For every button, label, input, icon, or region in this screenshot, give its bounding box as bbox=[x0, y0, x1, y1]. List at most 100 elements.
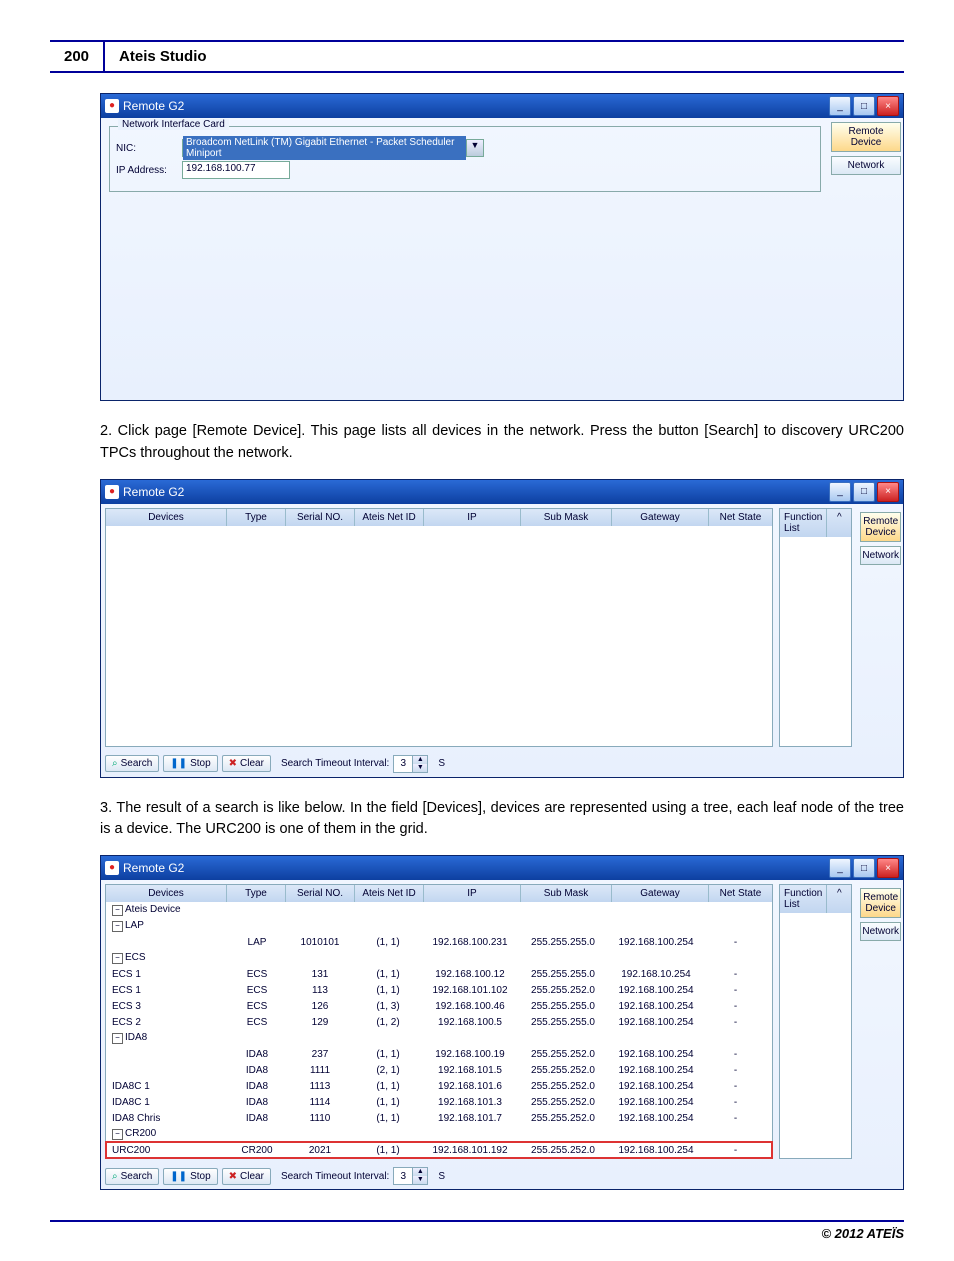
table-row[interactable]: ECS 2ECS129(1, 2)192.168.100.5255.255.25… bbox=[106, 1014, 772, 1030]
timeout-spinner[interactable]: 3 ▲▼ bbox=[393, 755, 428, 773]
col-ateis-net[interactable]: Ateis Net ID bbox=[355, 509, 424, 526]
clear-button[interactable]: ✖Clear bbox=[222, 1168, 271, 1185]
remote-g2-window-nic: ● Remote G2 _ □ × Network Interface Card… bbox=[100, 93, 904, 401]
search-button[interactable]: ⌕Search bbox=[105, 755, 159, 772]
maximize-button[interactable]: □ bbox=[853, 858, 875, 878]
collapse-icon[interactable]: − bbox=[112, 921, 123, 932]
tab-remote-device[interactable]: Remote Device bbox=[860, 888, 901, 918]
tab-network[interactable]: Network bbox=[831, 156, 901, 175]
collapse-icon[interactable]: − bbox=[112, 953, 123, 964]
table-row[interactable]: IDA8237(1, 1)192.168.100.19255.255.252.0… bbox=[106, 1046, 772, 1062]
col-ip[interactable]: IP bbox=[424, 509, 521, 526]
timeout-label: Search Timeout Interval: bbox=[281, 758, 389, 769]
table-row[interactable]: IDA8C 1IDA81113(1, 1)192.168.101.6255.25… bbox=[106, 1078, 772, 1094]
close-button[interactable]: × bbox=[877, 482, 899, 502]
page-number: 200 bbox=[50, 42, 105, 71]
col-submask[interactable]: Sub Mask bbox=[521, 509, 612, 526]
col-serial[interactable]: Serial NO. bbox=[286, 885, 355, 902]
timeout-value: 3 bbox=[394, 758, 412, 769]
step3-text: 3. The result of a search is like below.… bbox=[100, 798, 904, 842]
pause-icon: ❚❚ bbox=[170, 1171, 187, 1182]
table-row[interactable]: LAP 1010101 (1, 1) 192.168.100.231 255.2… bbox=[106, 934, 772, 950]
col-type[interactable]: Type bbox=[227, 885, 286, 902]
tree-node-ecs[interactable]: −ECS bbox=[106, 950, 772, 966]
spin-down-icon[interactable]: ▼ bbox=[412, 764, 427, 772]
spin-up-icon[interactable]: ▲ bbox=[412, 756, 427, 764]
collapse-icon[interactable]: − bbox=[112, 905, 123, 916]
collapse-icon[interactable]: ^ bbox=[827, 509, 851, 537]
col-function-list[interactable]: Function List bbox=[780, 885, 827, 913]
app-icon: ● bbox=[105, 99, 119, 113]
ip-address-field[interactable]: 192.168.100.77 bbox=[182, 161, 290, 179]
nic-dropdown[interactable]: Broadcom NetLink (TM) Gigabit Ethernet -… bbox=[182, 139, 484, 157]
table-row[interactable]: IDA8C 1IDA81114(1, 1)192.168.101.3255.25… bbox=[106, 1094, 772, 1110]
col-gateway[interactable]: Gateway bbox=[612, 509, 709, 526]
table-row[interactable]: ECS 1ECS131(1, 1)192.168.100.12255.255.2… bbox=[106, 966, 772, 982]
col-type[interactable]: Type bbox=[227, 509, 286, 526]
tab-network[interactable]: Network bbox=[860, 922, 901, 941]
col-serial[interactable]: Serial NO. bbox=[286, 509, 355, 526]
step2-text: 2. Click page [Remote Device]. This page… bbox=[100, 421, 904, 465]
tree-node-lap[interactable]: −LAP bbox=[106, 918, 772, 934]
collapse-icon[interactable]: ^ bbox=[827, 885, 851, 913]
col-ip[interactable]: IP bbox=[424, 885, 521, 902]
close-button[interactable]: × bbox=[877, 96, 899, 116]
tree-root[interactable]: −Ateis Device bbox=[106, 902, 772, 918]
page-footer: © 2012 ATEÏS bbox=[50, 1220, 904, 1241]
tree-node-cr200[interactable]: −CR200 bbox=[106, 1126, 772, 1142]
stop-button[interactable]: ❚❚Stop bbox=[163, 1168, 217, 1185]
minimize-button[interactable]: _ bbox=[829, 858, 851, 878]
col-devices[interactable]: Devices bbox=[106, 885, 227, 902]
clear-icon: ✖ bbox=[229, 758, 237, 769]
window-title: Remote G2 bbox=[123, 485, 184, 499]
col-devices[interactable]: Devices bbox=[106, 509, 227, 526]
spin-up-icon[interactable]: ▲ bbox=[412, 1168, 427, 1176]
collapse-icon[interactable]: − bbox=[112, 1129, 123, 1140]
minimize-button[interactable]: _ bbox=[829, 96, 851, 116]
maximize-button[interactable]: □ bbox=[853, 96, 875, 116]
table-row[interactable]: ECS 1ECS113(1, 1)192.168.101.102255.255.… bbox=[106, 982, 772, 998]
stop-button[interactable]: ❚❚Stop bbox=[163, 755, 217, 772]
col-netstate[interactable]: Net State bbox=[709, 509, 772, 526]
search-icon: ⌕ bbox=[112, 758, 118, 769]
page-title: Ateis Studio bbox=[105, 42, 221, 71]
search-icon: ⌕ bbox=[112, 1171, 118, 1182]
toolbar: ⌕Search ❚❚Stop ✖Clear Search Timeout Int… bbox=[101, 1163, 903, 1189]
col-netstate[interactable]: Net State bbox=[709, 885, 772, 902]
tab-remote-device[interactable]: Remote Device bbox=[860, 512, 901, 542]
tab-remote-device[interactable]: Remote Device bbox=[831, 122, 901, 152]
tree-node-ida8[interactable]: −IDA8 bbox=[106, 1030, 772, 1046]
table-row[interactable]: ECS 3ECS126(1, 3)192.168.100.46255.255.2… bbox=[106, 998, 772, 1014]
nic-value: Broadcom NetLink (TM) Gigabit Ethernet -… bbox=[183, 136, 466, 160]
tab-network[interactable]: Network bbox=[860, 546, 901, 565]
page-header: 200 Ateis Studio bbox=[50, 40, 904, 73]
grid-body-empty bbox=[106, 526, 772, 746]
devices-grid: Devices Type Serial NO. Ateis Net ID IP … bbox=[105, 508, 773, 747]
function-list-panel: Function List ^ bbox=[779, 884, 852, 1159]
collapse-icon[interactable]: − bbox=[112, 1033, 123, 1044]
col-ateis-net[interactable]: Ateis Net ID bbox=[355, 885, 424, 902]
table-row[interactable]: IDA81111(2, 1)192.168.101.5255.255.252.0… bbox=[106, 1062, 772, 1078]
timeout-unit: S bbox=[438, 1171, 445, 1182]
close-button[interactable]: × bbox=[877, 858, 899, 878]
col-function-list[interactable]: Function List bbox=[780, 509, 827, 537]
search-button[interactable]: ⌕Search bbox=[105, 1168, 159, 1185]
titlebar: ● Remote G2 _ □ × bbox=[101, 856, 903, 880]
table-row-urc200[interactable]: URC200CR2002021(1, 1)192.168.101.192255.… bbox=[106, 1142, 772, 1158]
window-title: Remote G2 bbox=[123, 99, 184, 113]
dropdown-arrow-icon[interactable]: ▼ bbox=[466, 140, 483, 156]
window-title: Remote G2 bbox=[123, 861, 184, 875]
col-submask[interactable]: Sub Mask bbox=[521, 885, 612, 902]
remote-g2-window-empty-grid: ● Remote G2 _ □ × Devices Type Serial NO… bbox=[100, 479, 904, 778]
col-gateway[interactable]: Gateway bbox=[612, 885, 709, 902]
toolbar: ⌕Search ❚❚Stop ✖Clear Search Timeout Int… bbox=[101, 751, 903, 777]
function-list-panel: Function List ^ bbox=[779, 508, 852, 747]
table-row[interactable]: IDA8 ChrisIDA81110(1, 1)192.168.101.7255… bbox=[106, 1110, 772, 1126]
clear-button[interactable]: ✖Clear bbox=[222, 755, 271, 772]
clear-icon: ✖ bbox=[229, 1171, 237, 1182]
spin-down-icon[interactable]: ▼ bbox=[412, 1176, 427, 1184]
maximize-button[interactable]: □ bbox=[853, 482, 875, 502]
app-icon: ● bbox=[105, 485, 119, 499]
timeout-spinner[interactable]: 3 ▲▼ bbox=[393, 1167, 428, 1185]
minimize-button[interactable]: _ bbox=[829, 482, 851, 502]
